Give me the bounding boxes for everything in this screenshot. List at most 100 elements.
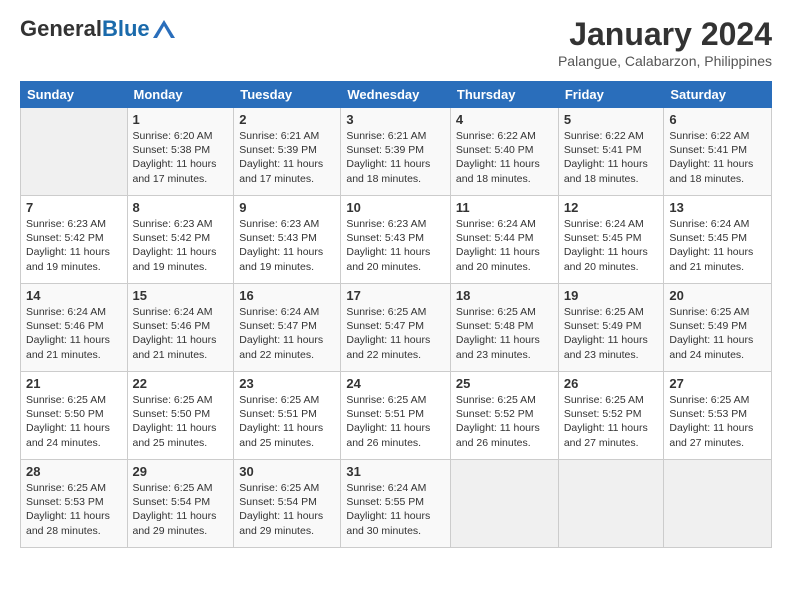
day-number: 4 xyxy=(456,112,553,127)
header-friday: Friday xyxy=(558,82,664,108)
table-row: 17Sunrise: 6:25 AMSunset: 5:47 PMDayligh… xyxy=(341,284,451,372)
day-info: Sunrise: 6:23 AMSunset: 5:43 PMDaylight:… xyxy=(239,217,335,274)
table-row: 31Sunrise: 6:24 AMSunset: 5:55 PMDayligh… xyxy=(341,460,451,548)
table-row: 28Sunrise: 6:25 AMSunset: 5:53 PMDayligh… xyxy=(21,460,128,548)
day-number: 17 xyxy=(346,288,445,303)
day-info: Sunrise: 6:22 AMSunset: 5:40 PMDaylight:… xyxy=(456,129,553,186)
day-info: Sunrise: 6:25 AMSunset: 5:51 PMDaylight:… xyxy=(346,393,445,450)
day-info: Sunrise: 6:23 AMSunset: 5:43 PMDaylight:… xyxy=(346,217,445,274)
table-row: 26Sunrise: 6:25 AMSunset: 5:52 PMDayligh… xyxy=(558,372,664,460)
table-row xyxy=(21,108,128,196)
header: GeneralBlue January 2024 Palangue, Calab… xyxy=(20,16,772,69)
table-row: 23 Sunrise: 6:25 AMSunset: 5:51 PMDayligh… xyxy=(234,372,341,460)
day-info: Sunrise: 6:25 AMSunset: 5:53 PMDaylight:… xyxy=(669,393,766,450)
day-number: 30 xyxy=(239,464,335,479)
day-info: Sunrise: 6:24 AMSunset: 5:46 PMDaylight:… xyxy=(26,305,122,362)
day-number: 19 xyxy=(564,288,659,303)
day-number: 8 xyxy=(133,200,229,215)
logo-general: General xyxy=(20,16,102,42)
table-row: 25Sunrise: 6:25 AMSunset: 5:52 PMDayligh… xyxy=(450,372,558,460)
table-row: 3 Sunrise: 6:21 AMSunset: 5:39 PMDaylight… xyxy=(341,108,451,196)
day-number: 29 xyxy=(133,464,229,479)
day-number: 28 xyxy=(26,464,122,479)
header-saturday: Saturday xyxy=(664,82,772,108)
day-number: 14 xyxy=(26,288,122,303)
day-info: Sunrise: 6:25 AMSunset: 5:54 PMDaylight:… xyxy=(133,481,229,538)
day-info: Sunrise: 6:25 AMSunset: 5:54 PMDaylight:… xyxy=(239,481,335,538)
day-number: 3 xyxy=(346,112,445,127)
day-number: 2 xyxy=(239,112,335,127)
day-info: Sunrise: 6:20 AMSunset: 5:38 PMDaylight:… xyxy=(133,129,229,186)
main-title: January 2024 xyxy=(558,16,772,53)
day-info: Sunrise: 6:24 AMSunset: 5:46 PMDaylight:… xyxy=(133,305,229,362)
logo-icon xyxy=(153,20,175,38)
day-number: 13 xyxy=(669,200,766,215)
table-row: 12 Sunrise: 6:24 AMSunset: 5:45 PMDayligh… xyxy=(558,196,664,284)
day-number: 31 xyxy=(346,464,445,479)
calendar-week-1: 1Sunrise: 6:20 AMSunset: 5:38 PMDaylight… xyxy=(21,108,772,196)
table-row: 8 Sunrise: 6:23 AMSunset: 5:42 PMDaylight… xyxy=(127,196,234,284)
day-info: Sunrise: 6:24 AMSunset: 5:45 PMDaylight:… xyxy=(564,217,659,274)
day-info: Sunrise: 6:25 AMSunset: 5:49 PMDaylight:… xyxy=(669,305,766,362)
header-sunday: Sunday xyxy=(21,82,128,108)
table-row: 11 Sunrise: 6:24 AMSunset: 5:44 PMDayligh… xyxy=(450,196,558,284)
table-row: 1Sunrise: 6:20 AMSunset: 5:38 PMDaylight… xyxy=(127,108,234,196)
day-info: Sunrise: 6:24 AMSunset: 5:44 PMDaylight:… xyxy=(456,217,553,274)
day-info: Sunrise: 6:23 AMSunset: 5:42 PMDaylight:… xyxy=(133,217,229,274)
table-row xyxy=(558,460,664,548)
header-wednesday: Wednesday xyxy=(341,82,451,108)
day-info: Sunrise: 6:24 AMSunset: 5:45 PMDaylight:… xyxy=(669,217,766,274)
table-row: 5 Sunrise: 6:22 AMSunset: 5:41 PMDaylight… xyxy=(558,108,664,196)
day-info: Sunrise: 6:23 AMSunset: 5:42 PMDaylight:… xyxy=(26,217,122,274)
table-row: 20 Sunrise: 6:25 AMSunset: 5:49 PMDayligh… xyxy=(664,284,772,372)
table-row: 10Sunrise: 6:23 AMSunset: 5:43 PMDayligh… xyxy=(341,196,451,284)
day-number: 24 xyxy=(346,376,445,391)
day-number: 20 xyxy=(669,288,766,303)
table-row: 4 Sunrise: 6:22 AMSunset: 5:40 PMDaylight… xyxy=(450,108,558,196)
page: GeneralBlue January 2024 Palangue, Calab… xyxy=(0,0,792,558)
calendar-week-4: 21 Sunrise: 6:25 AMSunset: 5:50 PMDayligh… xyxy=(21,372,772,460)
header-thursday: Thursday xyxy=(450,82,558,108)
table-row: 16 Sunrise: 6:24 AMSunset: 5:47 PMDayligh… xyxy=(234,284,341,372)
day-number: 11 xyxy=(456,200,553,215)
day-info: Sunrise: 6:25 AMSunset: 5:50 PMDaylight:… xyxy=(133,393,229,450)
table-row: 19 Sunrise: 6:25 AMSunset: 5:49 PMDayligh… xyxy=(558,284,664,372)
calendar-week-5: 28Sunrise: 6:25 AMSunset: 5:53 PMDayligh… xyxy=(21,460,772,548)
header-monday: Monday xyxy=(127,82,234,108)
day-info: Sunrise: 6:24 AMSunset: 5:47 PMDaylight:… xyxy=(239,305,335,362)
table-row: 22 Sunrise: 6:25 AMSunset: 5:50 PMDayligh… xyxy=(127,372,234,460)
day-number: 23 xyxy=(239,376,335,391)
table-row: 7 Sunrise: 6:23 AMSunset: 5:42 PMDaylight… xyxy=(21,196,128,284)
table-row xyxy=(664,460,772,548)
table-row: 18 Sunrise: 6:25 AMSunset: 5:48 PMDayligh… xyxy=(450,284,558,372)
table-row: 29 Sunrise: 6:25 AMSunset: 5:54 PMDayligh… xyxy=(127,460,234,548)
day-number: 12 xyxy=(564,200,659,215)
day-number: 21 xyxy=(26,376,122,391)
table-row xyxy=(450,460,558,548)
day-info: Sunrise: 6:25 AMSunset: 5:48 PMDaylight:… xyxy=(456,305,553,362)
day-number: 16 xyxy=(239,288,335,303)
day-info: Sunrise: 6:25 AMSunset: 5:51 PMDaylight:… xyxy=(239,393,335,450)
calendar-week-3: 14 Sunrise: 6:24 AMSunset: 5:46 PMDayligh… xyxy=(21,284,772,372)
table-row: 27 Sunrise: 6:25 AMSunset: 5:53 PMDayligh… xyxy=(664,372,772,460)
day-info: Sunrise: 6:22 AMSunset: 5:41 PMDaylight:… xyxy=(564,129,659,186)
table-row: 21Sunrise: 6:25 AMSunset: 5:50 PMDayligh… xyxy=(21,372,128,460)
day-number: 6 xyxy=(669,112,766,127)
table-row: 9Sunrise: 6:23 AMSunset: 5:43 PMDaylight… xyxy=(234,196,341,284)
header-tuesday: Tuesday xyxy=(234,82,341,108)
day-number: 25 xyxy=(456,376,553,391)
day-number: 7 xyxy=(26,200,122,215)
day-number: 5 xyxy=(564,112,659,127)
day-number: 22 xyxy=(133,376,229,391)
table-row: 15Sunrise: 6:24 AMSunset: 5:46 PMDayligh… xyxy=(127,284,234,372)
table-row: 13 Sunrise: 6:24 AMSunset: 5:45 PMDayligh… xyxy=(664,196,772,284)
logo-text: GeneralBlue xyxy=(20,16,175,42)
table-row: 30 Sunrise: 6:25 AMSunset: 5:54 PMDayligh… xyxy=(234,460,341,548)
day-number: 18 xyxy=(456,288,553,303)
day-number: 27 xyxy=(669,376,766,391)
table-row: 6 Sunrise: 6:22 AMSunset: 5:41 PMDaylight… xyxy=(664,108,772,196)
day-info: Sunrise: 6:22 AMSunset: 5:41 PMDaylight:… xyxy=(669,129,766,186)
day-info: Sunrise: 6:25 AMSunset: 5:49 PMDaylight:… xyxy=(564,305,659,362)
logo: GeneralBlue xyxy=(20,16,175,42)
day-info: Sunrise: 6:21 AMSunset: 5:39 PMDaylight:… xyxy=(346,129,445,186)
